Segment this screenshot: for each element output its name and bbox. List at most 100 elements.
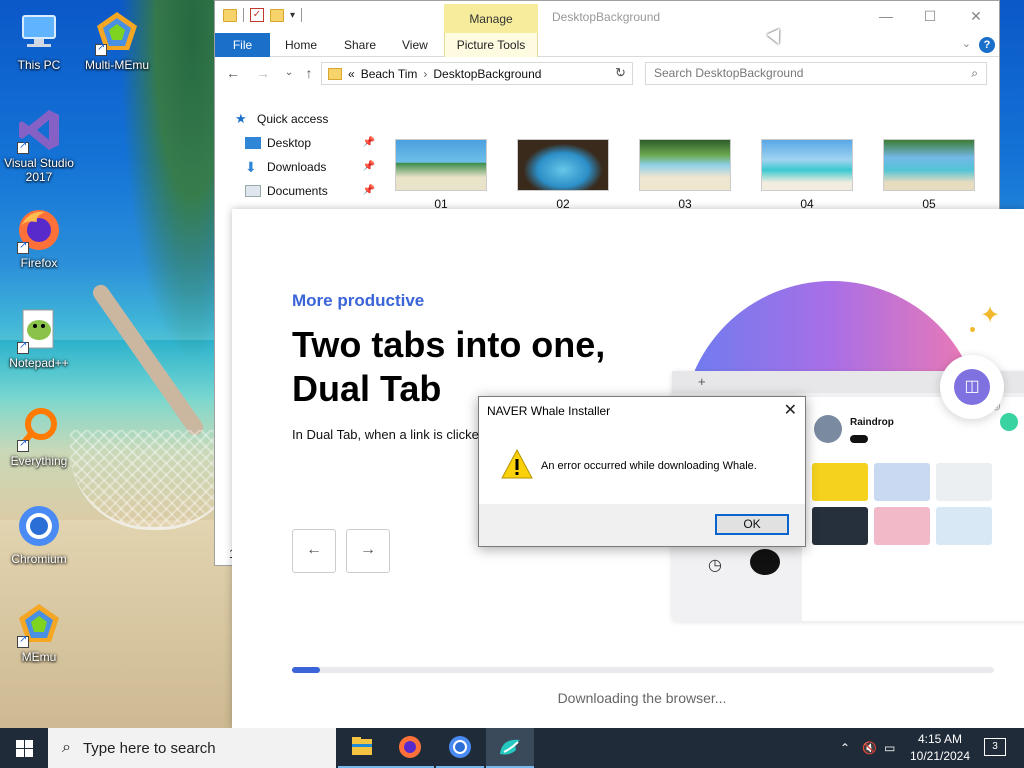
ok-button[interactable]: OK	[715, 514, 789, 535]
file-explorer-icon	[352, 737, 372, 755]
nav-documents[interactable]: Documents 📌	[235, 179, 375, 203]
network-icon[interactable]: ▭	[884, 728, 895, 768]
error-dialog[interactable]: NAVER Whale Installer ✕ An error occurre…	[478, 396, 806, 547]
nav-downloads[interactable]: ⬇ Downloads 📌	[235, 155, 375, 179]
breadcrumb-beach-tim[interactable]: Beach Tim	[361, 67, 418, 81]
sparkle-dot	[970, 327, 975, 332]
download-progress-bar	[292, 667, 994, 673]
dialog-close-button[interactable]: ✕	[784, 400, 797, 420]
computer-icon	[15, 8, 63, 56]
address-bar[interactable]: « Beach Tim › DesktopBackground ⌄	[321, 62, 633, 85]
tile-headphones	[812, 463, 868, 501]
dual-tab-toggle: ◫	[940, 355, 1004, 419]
breadcrumb-overflow[interactable]: «	[348, 67, 355, 81]
navigation-pane: ★ Quick access Desktop 📌 ⬇ Downloads 📌 D…	[235, 107, 375, 203]
shortcut-arrow-icon	[17, 438, 29, 452]
shortcut-arrow-icon	[17, 634, 29, 648]
tab-view[interactable]: View	[392, 33, 438, 57]
mock-right-tab-page: ★ ◎ Raindrop	[802, 397, 1024, 621]
search-input[interactable]: Search DesktopBackground ⌕	[645, 62, 987, 85]
refresh-icon[interactable]: ↻	[615, 65, 626, 81]
promo-kicker: More productive	[292, 291, 425, 310]
desktop-icon-memu[interactable]: MEmu	[0, 600, 78, 664]
previous-slide-button[interactable]: ←	[292, 529, 336, 573]
new-tab-icon: +	[698, 374, 706, 389]
download-arrow-icon: ⬇	[245, 159, 257, 175]
tab-picture-tools[interactable]: Picture Tools	[444, 33, 538, 57]
tile-illustration	[936, 507, 992, 545]
recent-locations-icon[interactable]: ⌄	[279, 63, 299, 83]
taskbar-firefox[interactable]	[386, 728, 434, 768]
volume-muted-icon[interactable]: 🔇	[862, 728, 877, 768]
windows-logo-icon	[25, 740, 33, 748]
desktop-icon-label: Notepad++	[9, 356, 69, 370]
start-button[interactable]	[0, 728, 48, 768]
desktop-icon-chromium[interactable]: Chromium	[0, 502, 78, 566]
tile-dark	[812, 507, 868, 545]
desktop-icon-label: Everything	[10, 454, 68, 468]
desktop-icon-multi-memu[interactable]: Multi-MEmu	[78, 8, 156, 72]
notification-count: 3	[992, 741, 998, 752]
file-item[interactable]: 01	[395, 139, 487, 211]
desktop-icon-label: Multi-MEmu	[84, 58, 149, 72]
file-item[interactable]: 05	[883, 139, 975, 211]
nav-desktop[interactable]: Desktop 📌	[235, 131, 375, 155]
next-slide-button[interactable]: →	[346, 529, 390, 573]
shortcut-arrow-icon	[17, 240, 29, 254]
search-icon: ⌕	[971, 66, 978, 80]
tab-home[interactable]: Home	[275, 33, 327, 57]
back-arrow-icon[interactable]: ←	[223, 63, 243, 83]
desktop-icon-label: MEmu	[21, 650, 57, 664]
clock-date: 10/21/2024	[909, 749, 971, 763]
address-row: ← → ⌄ ↑ « Beach Tim › DesktopBackground …	[215, 57, 999, 89]
taskbar-chromium[interactable]	[436, 728, 484, 768]
help-icon[interactable]: ?	[979, 37, 995, 53]
manage-contextual-tab[interactable]: Manage	[444, 4, 538, 33]
forward-arrow-icon[interactable]: →	[253, 63, 273, 83]
system-clock[interactable]: 4:15 AM 10/21/2024	[900, 731, 980, 765]
taskbar-whale-installer[interactable]	[486, 728, 534, 768]
desktop-icon-label: Chromium	[11, 552, 67, 566]
beach-thumbnail	[395, 139, 487, 191]
firefox-icon	[15, 206, 63, 254]
new-folder-icon[interactable]	[270, 8, 284, 22]
dialog-footer: OK	[479, 504, 805, 546]
dialog-title: NAVER Whale Installer	[487, 404, 611, 418]
desktop-icon-visual-studio[interactable]: Visual Studio 2017	[0, 106, 78, 184]
pin-icon: 📌	[362, 137, 375, 148]
nav-quick-access[interactable]: ★ Quick access	[235, 107, 375, 131]
folder-icon	[223, 8, 237, 22]
show-hidden-icons-chevron[interactable]: ⌃	[840, 728, 850, 768]
breadcrumb-desktopbackground[interactable]: DesktopBackground	[433, 67, 541, 81]
sparkle-icon: ✦	[980, 302, 1001, 329]
memu-icon	[15, 600, 63, 648]
breadcrumb-separator-icon[interactable]: ›	[423, 67, 427, 81]
follow-badge	[850, 435, 868, 443]
tab-file[interactable]: File	[215, 33, 270, 57]
taskbar-file-explorer[interactable]	[338, 728, 386, 768]
desktop-icon-this-pc[interactable]: This PC	[0, 8, 78, 72]
beach-thumbnail	[761, 139, 853, 191]
maximize-button[interactable]: ☐	[907, 5, 953, 29]
desktop-icon-notepad-plus-plus[interactable]: Notepad++	[0, 306, 78, 370]
desktop-folder-icon	[245, 137, 261, 149]
avatar-cap-icon	[750, 549, 780, 575]
file-item[interactable]: 02	[517, 139, 609, 211]
tile-pink	[874, 507, 930, 545]
notification-center-icon[interactable]: 3	[984, 738, 1006, 756]
explorer-titlebar[interactable]: ✓ ▾ Manage DesktopBackground — ☐ ✕	[215, 1, 999, 33]
desktop-icon-firefox[interactable]: Firefox	[0, 206, 78, 270]
file-item[interactable]: 03	[639, 139, 731, 211]
close-button[interactable]: ✕	[953, 5, 999, 29]
customize-toolbar-icon[interactable]: ▾	[290, 10, 295, 21]
download-status: Downloading the browser...	[557, 690, 727, 706]
ribbon-tabs: File Home Share View Picture Tools ⌄ ?	[215, 33, 999, 57]
tab-share[interactable]: Share	[334, 33, 386, 57]
minimize-button[interactable]: —	[863, 5, 909, 29]
file-item[interactable]: 04	[761, 139, 853, 211]
properties-icon[interactable]: ✓	[250, 8, 264, 22]
desktop-icon-everything[interactable]: Everything	[0, 404, 78, 468]
taskbar-search-box[interactable]: ⌕ Type here to search	[48, 728, 336, 768]
up-arrow-icon[interactable]: ↑	[299, 63, 319, 83]
expand-ribbon-icon[interactable]: ⌄	[962, 37, 971, 50]
